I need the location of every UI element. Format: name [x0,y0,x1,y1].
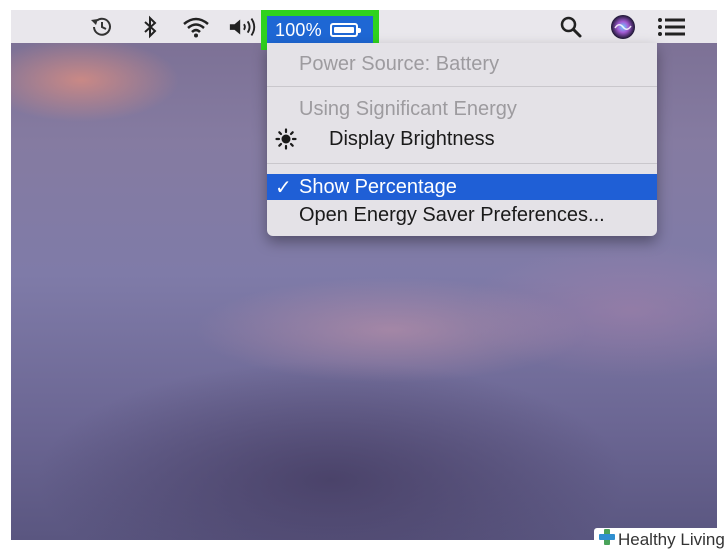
significant-energy-heading: Using Significant Energy [267,96,657,122]
plus-logo-icon [598,528,616,551]
show-percentage-text: Show Percentage [299,175,457,198]
notification-center-icon[interactable] [657,13,687,41]
time-machine-icon[interactable] [87,13,117,41]
display-brightness-text: Display Brightness [329,127,495,150]
open-energy-saver-item[interactable]: Open Energy Saver Preferences... [267,202,657,228]
significant-energy-text: Using Significant Energy [299,97,517,120]
battery-dropdown-menu: Power Source: Battery Using Significant … [267,43,657,236]
volume-icon[interactable] [228,13,258,41]
wifi-icon[interactable] [181,13,211,41]
open-energy-saver-text: Open Energy Saver Preferences... [299,203,605,226]
watermark: Healthy Living [594,528,728,551]
power-source-label: Power Source: Battery [267,51,657,77]
watermark-text: Healthy Living [618,529,725,549]
menu-bar: 100% [11,10,717,50]
power-source-text: Power Source: Battery [299,52,500,75]
menu-separator [267,163,657,164]
battery-icon [329,23,361,37]
checkmark-icon: ✓ [275,176,292,199]
sun-icon [275,128,297,156]
screenshot-frame: 100% Power Source: Battery Using Signifi… [11,10,717,540]
bluetooth-icon[interactable] [135,13,165,41]
battery-percentage: 100% [275,19,322,40]
spotlight-search-icon[interactable] [556,13,586,41]
battery-terminal [357,28,361,33]
siri-icon[interactable] [608,13,638,41]
display-brightness-item[interactable]: Display Brightness [267,126,657,152]
show-percentage-item[interactable]: ✓ Show Percentage [267,174,657,200]
menu-separator [267,86,657,87]
battery-fill [333,27,354,33]
